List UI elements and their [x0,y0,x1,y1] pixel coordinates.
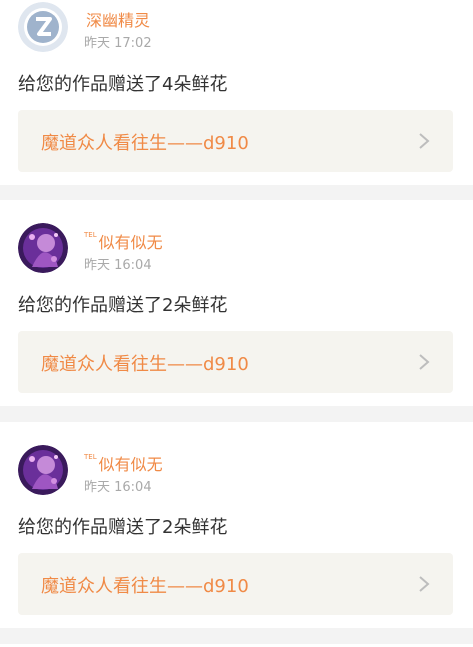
gift-message: 给您的作品赠送了4朵鲜花 [18,74,228,95]
user-name[interactable]: TEL 似有似无 [84,451,163,475]
user-name[interactable]: TEL 似有似无 [84,229,163,253]
work-link[interactable]: 魔道众人看往生——d910 [18,110,453,172]
notification-card: TEL 似有似无 昨天 16:04 给您的作品赠送了2朵鲜花 魔道众人看往生——d… [0,200,473,406]
timestamp: 昨天 16:04 [84,258,152,273]
user-avatar[interactable] [18,223,68,273]
user-avatar[interactable] [18,445,68,495]
name-prefix: TEL [84,231,97,239]
timestamp: 昨天 16:04 [84,480,152,495]
name-prefix: TEL [84,453,97,461]
z-logo-avatar-icon [18,2,68,52]
timestamp: 昨天 17:02 [84,36,152,51]
user-name[interactable]: 深幽精灵 [84,7,150,31]
notification-card: 深幽精灵 昨天 17:02 给您的作品赠送了4朵鲜花 魔道众人看往生——d910 [0,0,473,185]
gift-message: 给您的作品赠送了2朵鲜花 [18,295,228,316]
work-title: 魔道众人看往生——d910 [41,354,249,375]
work-title: 魔道众人看往生——d910 [41,133,249,154]
notification-card: TEL 似有似无 昨天 16:04 给您的作品赠送了2朵鲜花 魔道众人看往生——d… [0,422,473,628]
user-name-text: 深幽精灵 [86,11,151,30]
chevron-right-icon [419,354,430,370]
purple-photo-avatar-icon [18,445,68,495]
gift-message: 给您的作品赠送了2朵鲜花 [18,517,228,538]
work-title: 魔道众人看往生——d910 [41,576,249,597]
chevron-right-icon [419,576,430,592]
purple-photo-avatar-icon [18,223,68,273]
user-name-text: 似有似无 [98,455,163,474]
user-avatar[interactable] [18,2,68,52]
user-name-text: 似有似无 [98,233,163,252]
work-link[interactable]: 魔道众人看往生——d910 [18,331,453,393]
work-link[interactable]: 魔道众人看往生——d910 [18,553,453,615]
chevron-right-icon [419,133,430,149]
